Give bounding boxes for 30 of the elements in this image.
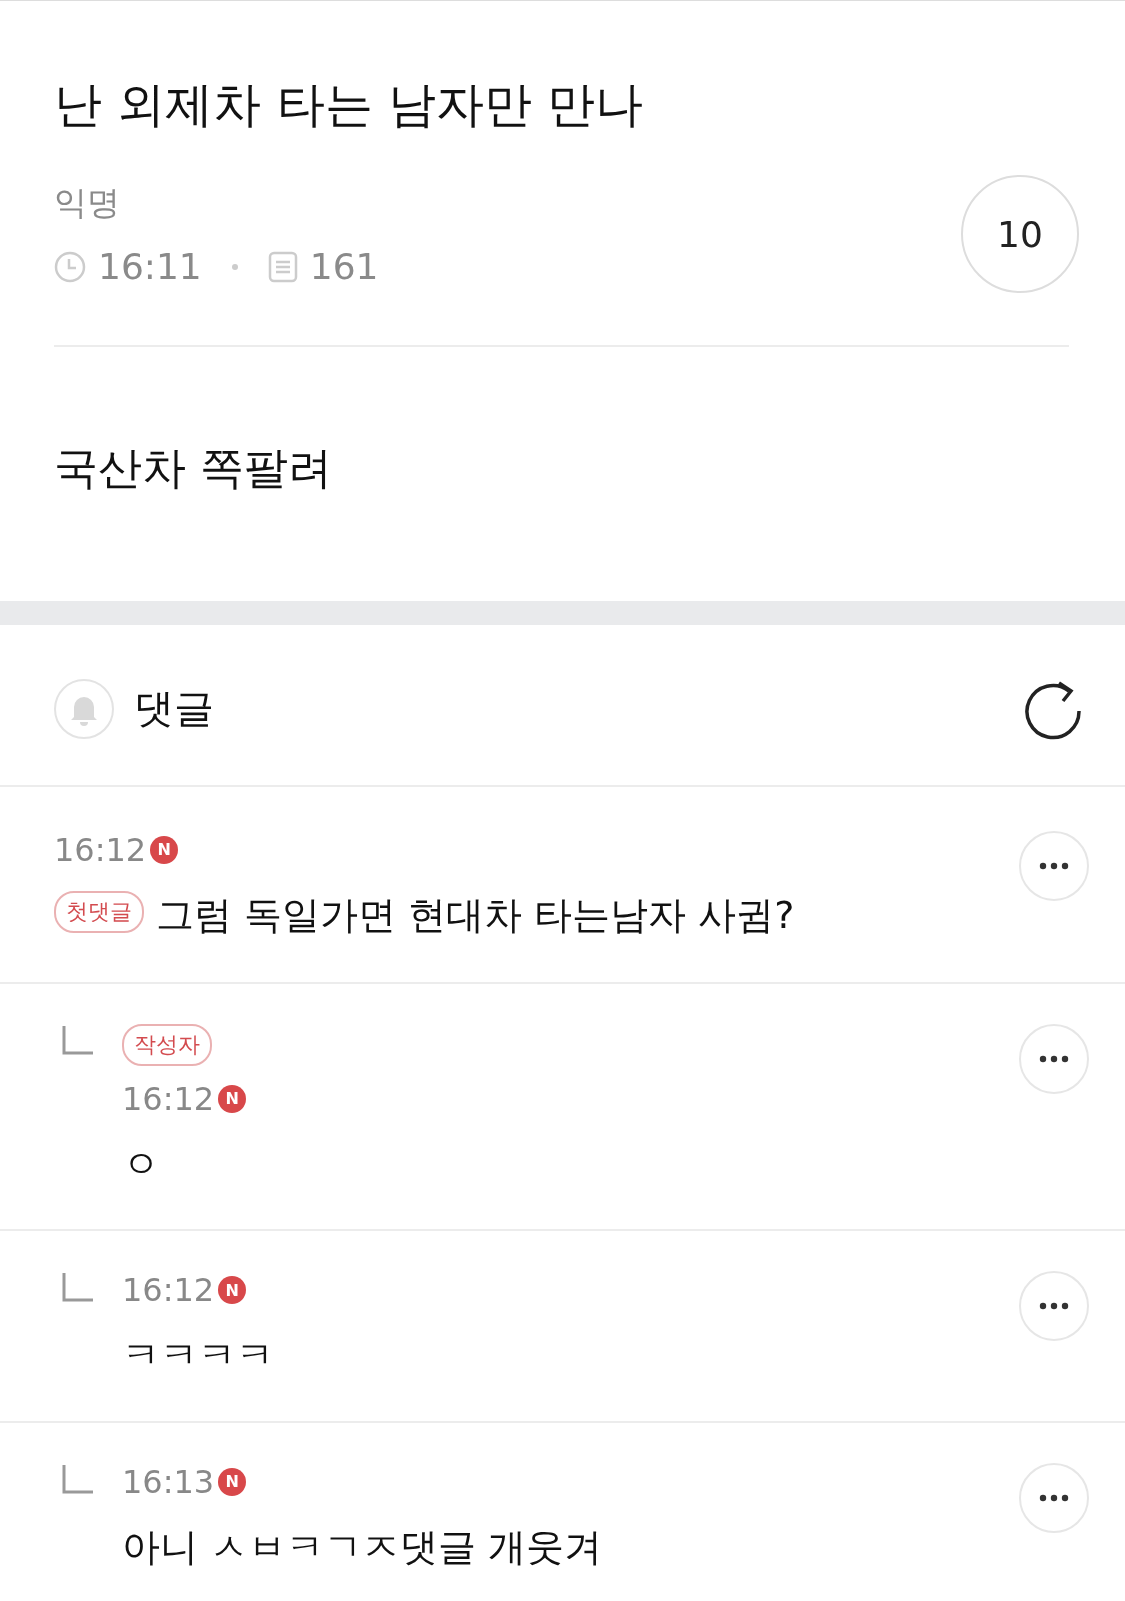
document-icon: [267, 250, 298, 283]
post-title: 난 외제차 타는 남자만 만나: [54, 75, 645, 134]
author-name: 익명: [54, 182, 121, 225]
post-time: 16:11: [98, 246, 202, 288]
view-count: 161: [309, 246, 379, 288]
more-icon: [1039, 1054, 1069, 1063]
new-badge: N: [218, 1467, 247, 1496]
comment-text: 아니 ㅅㅂㅋㄱㅈ댓글 개웃겨: [122, 1523, 603, 1571]
comment-time: 16:12: [122, 1271, 215, 1310]
more-icon: [1039, 1302, 1069, 1311]
more-icon: [1039, 861, 1069, 870]
clock-icon: [54, 250, 86, 283]
reply-indicator-icon: [62, 1464, 94, 1495]
comment-time: 16:13: [122, 1462, 215, 1501]
reply-indicator-icon: [62, 1025, 94, 1056]
new-badge: N: [218, 1276, 247, 1305]
reply-indicator-icon: [62, 1273, 94, 1304]
like-count[interactable]: 10: [961, 175, 1079, 294]
comment-time: 16:12: [54, 830, 147, 869]
new-badge: N: [218, 1084, 247, 1113]
author-badge: 작성자: [122, 1023, 212, 1066]
more-icon: [1039, 1493, 1069, 1502]
post-body: 국산차 쪽팔려: [53, 441, 333, 496]
comment-text: ㅇ: [122, 1140, 160, 1188]
comments-title: 댓글: [134, 684, 215, 734]
comment-time: 16:12: [122, 1079, 215, 1118]
new-badge: N: [150, 835, 179, 864]
comment-text: ㅋㅋㅋㅋ: [122, 1332, 274, 1380]
comment-text: 그럼 독일가면 현대차 타는남자 사귐?: [156, 891, 795, 939]
first-comment-badge: 첫댓글: [54, 890, 144, 933]
